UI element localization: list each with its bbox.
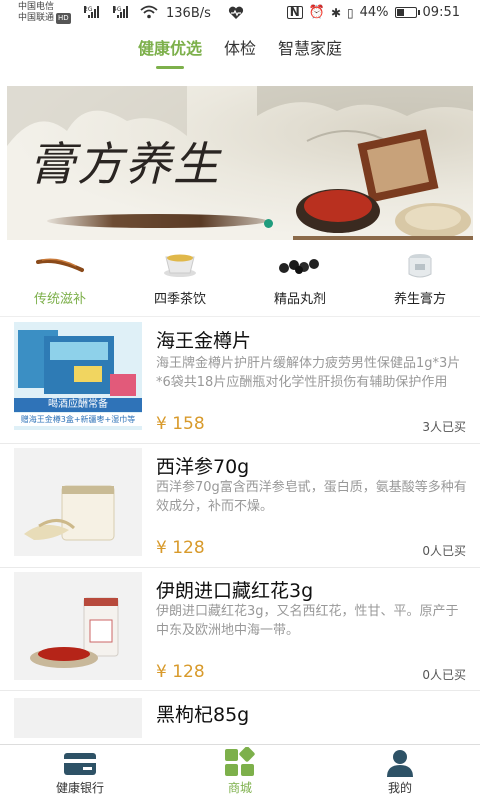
product-desc: 西洋参70g富含西洋参皂甙，蛋白质，氨基酸等多种有效成分，补而不燥。: [156, 480, 467, 514]
product-item[interactable]: 伊朗进口藏红花3g 伊朗进口藏红花3g，又名西红花，性甘、平。原产于中东及欧洲地…: [0, 570, 480, 688]
nav-mine[interactable]: 我的: [320, 745, 480, 800]
product-item[interactable]: 黑枸杞85g: [0, 694, 480, 744]
product-name: 伊朗进口藏红花3g: [156, 580, 314, 602]
category-premium-pills[interactable]: 精品丸剂: [240, 248, 360, 312]
herbs-illustration: [293, 129, 473, 240]
nav-label: 我的: [387, 781, 412, 795]
category-label: 传统滋补: [33, 292, 86, 307]
brush-stroke: [47, 214, 267, 228]
divider: [0, 443, 480, 444]
product-sold-count: 0人已买: [422, 544, 466, 558]
thumb-caption-2: 赠海王金樽3盒+新疆枣+湿巾等: [14, 413, 142, 426]
carrier-info: 中国电信 中国联通 HD: [18, 2, 71, 24]
person-icon: [387, 750, 413, 777]
tab-checkup[interactable]: 体检: [224, 36, 256, 66]
product-image: 喝酒应酬常备 赠海王金樽3盒+新疆枣+湿巾等: [14, 322, 142, 430]
product-item[interactable]: 喝酒应酬常备 赠海王金樽3盒+新疆枣+湿巾等 海王金樽片 海王牌金樽片护肝片缓解…: [0, 320, 480, 440]
top-tabs: 健康优选 体检 智慧家庭: [0, 36, 480, 66]
category-label: 四季茶饮: [153, 292, 206, 307]
product-price: ¥ 158: [156, 414, 205, 434]
saffron-jar-illustration: [14, 572, 142, 680]
divider: [0, 690, 480, 691]
ginseng-jar-illustration: [14, 448, 142, 556]
carrier-1: 中国电信: [18, 2, 55, 12]
product-image: [14, 572, 142, 680]
vibrate-icon: ▯: [347, 5, 354, 20]
thumb-caption-1: 喝酒应酬常备: [14, 398, 142, 412]
product-price: ¥ 128: [156, 538, 205, 558]
divider: [0, 316, 480, 317]
category-row: 传统滋补 四季茶饮 精品丸剂 养生膏方: [0, 248, 480, 312]
status-right: N ⏰ ✱ ▯ 44% 09:51: [286, 5, 460, 20]
product-sold-count: 0人已买: [422, 668, 466, 682]
signal-icon: 2G: [84, 6, 99, 18]
tab-health-select[interactable]: 健康优选: [138, 36, 202, 66]
grid-icon: [225, 747, 255, 776]
nfc-icon: N: [286, 6, 303, 19]
status-bar: 中国电信 中国联通 HD 2G 4G 136B/s N ⏰ ✱ ▯ 44% 09:…: [0, 0, 480, 28]
banner-title: 膏方养生: [29, 137, 221, 191]
herb-root-icon: [36, 258, 84, 272]
battery-percent: 44%: [359, 5, 389, 20]
product-desc: 伊朗进口藏红花3g，又名西红花，性甘、平。原产于中东及欧洲地中海一带。: [156, 604, 459, 638]
product-sold-count: 3人已买: [422, 420, 466, 434]
product-name: 黑枸杞85g: [156, 704, 250, 726]
category-seasonal-tea[interactable]: 四季茶饮: [120, 248, 240, 312]
heart-rate-icon: [228, 6, 244, 19]
clock: 09:51: [422, 5, 460, 20]
jar-icon: [408, 254, 432, 278]
pills-icon: [279, 259, 319, 274]
banner-dot: [264, 219, 273, 228]
card-icon: [64, 753, 96, 775]
signal-icon-2: 4G: [113, 6, 128, 18]
bottom-nav: 健康银行 商城 我的: [0, 744, 480, 800]
battery-icon: [394, 7, 420, 18]
tab-smart-home[interactable]: 智慧家庭: [278, 36, 342, 66]
category-health-paste[interactable]: 养生膏方: [360, 248, 480, 312]
product-image: [14, 448, 142, 556]
product-name: 海王金樽片: [156, 330, 252, 352]
bluetooth-icon: ✱: [330, 5, 342, 20]
nav-mall[interactable]: 商城: [160, 745, 320, 800]
nav-label: 商城: [227, 781, 252, 795]
category-label: 精品丸剂: [273, 292, 326, 307]
network-type-2: 4G: [113, 6, 122, 13]
hd-badge: HD: [56, 13, 71, 24]
carrier-2: 中国联通: [18, 13, 55, 23]
nav-label: 健康银行: [55, 781, 104, 795]
product-price: ¥ 128: [156, 662, 205, 682]
product-image: [14, 698, 142, 738]
product-item[interactable]: 西洋参70g 西洋参70g富含西洋参皂甙，蛋白质，氨基酸等多种有效成分，补而不燥…: [0, 446, 480, 564]
tea-cup-icon: [164, 254, 196, 277]
product-desc: 海王牌金樽片护肝片缓解体力疲劳男性保健品1g*3片*6袋共18片应酬瓶对化学性肝…: [156, 356, 461, 390]
network-type-1: 2G: [84, 6, 93, 13]
promo-banner[interactable]: 膏方养生: [7, 86, 473, 240]
alarm-icon: ⏰: [308, 5, 325, 20]
network-speed: 136B/s: [166, 6, 211, 21]
wifi-icon: [140, 5, 158, 19]
product-name: 西洋参70g: [156, 456, 250, 478]
category-traditional-tonic[interactable]: 传统滋补: [0, 248, 120, 312]
category-label: 养生膏方: [393, 292, 446, 307]
nav-health-bank[interactable]: 健康银行: [0, 745, 160, 800]
divider: [0, 567, 480, 568]
